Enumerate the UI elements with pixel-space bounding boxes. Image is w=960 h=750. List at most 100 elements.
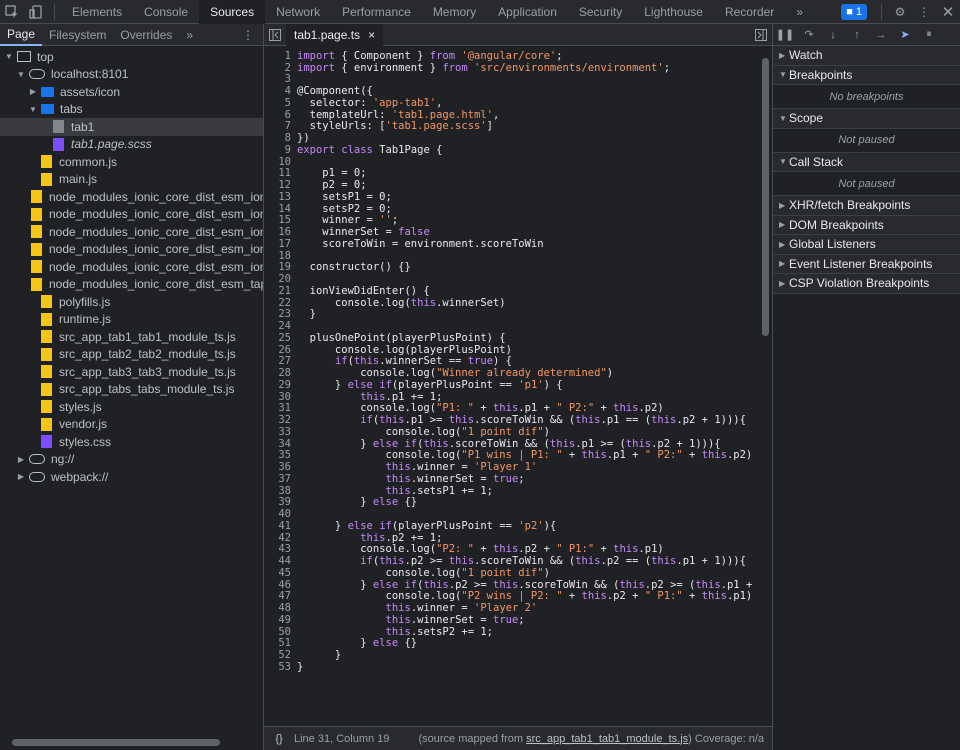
- close-tab-icon[interactable]: ×: [368, 28, 375, 42]
- code-line[interactable]: 42 this.p2 += 1;: [264, 532, 758, 544]
- line-number[interactable]: 20: [264, 273, 297, 285]
- line-number[interactable]: 37: [264, 473, 297, 485]
- pane-csp-violation-breakpoints[interactable]: ▶ CSP Violation Breakpoints: [773, 274, 960, 294]
- code-line[interactable]: 40: [264, 508, 758, 520]
- code-line[interactable]: 27 if(this.winnerSet == true) {: [264, 355, 758, 367]
- code-line[interactable]: 45 console.log("1 point dif"): [264, 567, 758, 579]
- line-number[interactable]: 24: [264, 320, 297, 332]
- code-line[interactable]: 29 } else if(playerPlusPoint == 'p1') {: [264, 379, 758, 391]
- code-line[interactable]: 25 plusOnePoint(playerPlusPoint) {: [264, 332, 758, 344]
- code-line[interactable]: 30 this.p1 += 1;: [264, 391, 758, 403]
- line-number[interactable]: 47: [264, 590, 297, 602]
- chevron-down-icon[interactable]: ▼: [4, 52, 14, 61]
- code-line[interactable]: 22 console.log(this.winnerSet): [264, 297, 758, 309]
- code-line[interactable]: 15 winner = '';: [264, 214, 758, 226]
- step-icon[interactable]: →: [869, 24, 893, 46]
- line-number[interactable]: 22: [264, 297, 297, 309]
- line-number[interactable]: 45: [264, 567, 297, 579]
- inspect-element-icon[interactable]: [0, 0, 24, 24]
- pause-on-exceptions-icon[interactable]: ⏸: [917, 24, 941, 46]
- more-navigator-tabs-button[interactable]: »: [179, 24, 200, 46]
- code-line[interactable]: 37 this.winnerSet = true;: [264, 473, 758, 485]
- code-line[interactable]: 17 scoreToWin = environment.scoreToWin: [264, 238, 758, 250]
- line-number[interactable]: 53: [264, 661, 297, 673]
- tree-item[interactable]: node_modules_ionic_core_dist_esm_ion-rip…: [0, 241, 263, 259]
- tree-item[interactable]: styles.js: [0, 398, 263, 416]
- code-line[interactable]: 12 p2 = 0;: [264, 179, 758, 191]
- tab-filesystem[interactable]: Filesystem: [42, 24, 113, 46]
- code-line[interactable]: 39 } else {}: [264, 496, 758, 508]
- tab-overrides[interactable]: Overrides: [113, 24, 179, 46]
- code-line[interactable]: 41 } else if(playerPlusPoint == 'p2'){: [264, 520, 758, 532]
- line-number[interactable]: 26: [264, 344, 297, 356]
- code-line[interactable]: 21 ionViewDidEnter() {: [264, 285, 758, 297]
- vertical-scrollbar[interactable]: [760, 50, 770, 722]
- line-number[interactable]: 28: [264, 367, 297, 379]
- line-number[interactable]: 34: [264, 438, 297, 450]
- tree-item[interactable]: vendor.js: [0, 416, 263, 434]
- code-line[interactable]: 7 styleUrls: ['tab1.page.scss']: [264, 120, 758, 132]
- pane-event-listener-breakpoints[interactable]: ▶ Event Listener Breakpoints: [773, 254, 960, 274]
- line-number[interactable]: 51: [264, 637, 297, 649]
- line-number[interactable]: 27: [264, 355, 297, 367]
- line-number[interactable]: 1: [264, 50, 297, 62]
- code-line[interactable]: 13 setsP1 = 0;: [264, 191, 758, 203]
- code-line[interactable]: 23 }: [264, 308, 758, 320]
- pane-global-listeners[interactable]: ▶ Global Listeners: [773, 235, 960, 255]
- chevron-down-icon[interactable]: ▼: [28, 105, 38, 114]
- tree-item[interactable]: node_modules_ionic_core_dist_esm_tap-cli…: [0, 276, 263, 294]
- line-number[interactable]: 17: [264, 238, 297, 250]
- tab-elements[interactable]: Elements: [61, 0, 133, 24]
- toggle-debugger-icon[interactable]: [750, 24, 772, 46]
- kebab-menu-icon[interactable]: ⋮: [912, 0, 936, 24]
- code-line[interactable]: 50 this.setsP2 += 1;: [264, 626, 758, 638]
- code-line[interactable]: 46 } else if(this.p2 >= this.scoreToWin …: [264, 579, 758, 591]
- line-number[interactable]: 48: [264, 602, 297, 614]
- code-line[interactable]: 51 } else {}: [264, 637, 758, 649]
- code-line[interactable]: 11 p1 = 0;: [264, 167, 758, 179]
- line-number[interactable]: 29: [264, 379, 297, 391]
- line-number[interactable]: 8: [264, 132, 297, 144]
- line-number[interactable]: 11: [264, 167, 297, 179]
- line-number[interactable]: 40: [264, 508, 297, 520]
- tree-item[interactable]: ▶ assets/icon: [0, 83, 263, 101]
- line-number[interactable]: 33: [264, 426, 297, 438]
- deactivate-breakpoints-icon[interactable]: ➤: [893, 24, 917, 46]
- line-number[interactable]: 9: [264, 144, 297, 156]
- tree-item[interactable]: ▼ tabs: [0, 101, 263, 119]
- scrollbar-thumb[interactable]: [12, 739, 220, 746]
- code-line[interactable]: 6 templateUrl: 'tab1.page.html',: [264, 109, 758, 121]
- line-number[interactable]: 49: [264, 614, 297, 626]
- line-number[interactable]: 41: [264, 520, 297, 532]
- tab-console[interactable]: Console: [133, 0, 199, 24]
- tree-item[interactable]: node_modules_ionic_core_dist_esm_ion-but…: [0, 206, 263, 224]
- code-line[interactable]: 26 console.log(playerPlusPoint): [264, 344, 758, 356]
- tab-page[interactable]: Page: [0, 24, 43, 46]
- line-number[interactable]: 21: [264, 285, 297, 297]
- close-icon[interactable]: ✕: [936, 0, 960, 24]
- tree-item[interactable]: polyfills.js: [0, 293, 263, 311]
- code-line[interactable]: 52 }: [264, 649, 758, 661]
- pretty-print-button[interactable]: {}: [264, 733, 294, 745]
- code-line[interactable]: 20: [264, 273, 758, 285]
- tree-item[interactable]: ▼ top: [0, 48, 263, 66]
- tree-item[interactable]: src_app_tab1_tab1_module_ts.js: [0, 328, 263, 346]
- code-line[interactable]: 33 console.log("1 point dif"): [264, 426, 758, 438]
- tree-item[interactable]: styles.css: [0, 433, 263, 451]
- chevron-right-icon[interactable]: ▶: [16, 472, 26, 481]
- line-number[interactable]: 35: [264, 449, 297, 461]
- line-number[interactable]: 5: [264, 97, 297, 109]
- line-number[interactable]: 6: [264, 109, 297, 121]
- pane-scope[interactable]: ▼ Scope: [773, 109, 960, 129]
- chevron-right-icon[interactable]: ▶: [28, 87, 38, 96]
- tab-memory[interactable]: Memory: [422, 0, 487, 24]
- line-number[interactable]: 32: [264, 414, 297, 426]
- tab-lighthouse[interactable]: Lighthouse: [633, 0, 714, 24]
- tab-application[interactable]: Application: [487, 0, 568, 24]
- editor-file-tab[interactable]: tab1.page.ts ×: [286, 23, 384, 46]
- more-panels-button[interactable]: »: [785, 0, 814, 24]
- code-line[interactable]: 4 @Component({: [264, 85, 758, 97]
- line-number[interactable]: 10: [264, 156, 297, 168]
- line-number[interactable]: 16: [264, 226, 297, 238]
- tree-item[interactable]: tab1: [0, 118, 263, 136]
